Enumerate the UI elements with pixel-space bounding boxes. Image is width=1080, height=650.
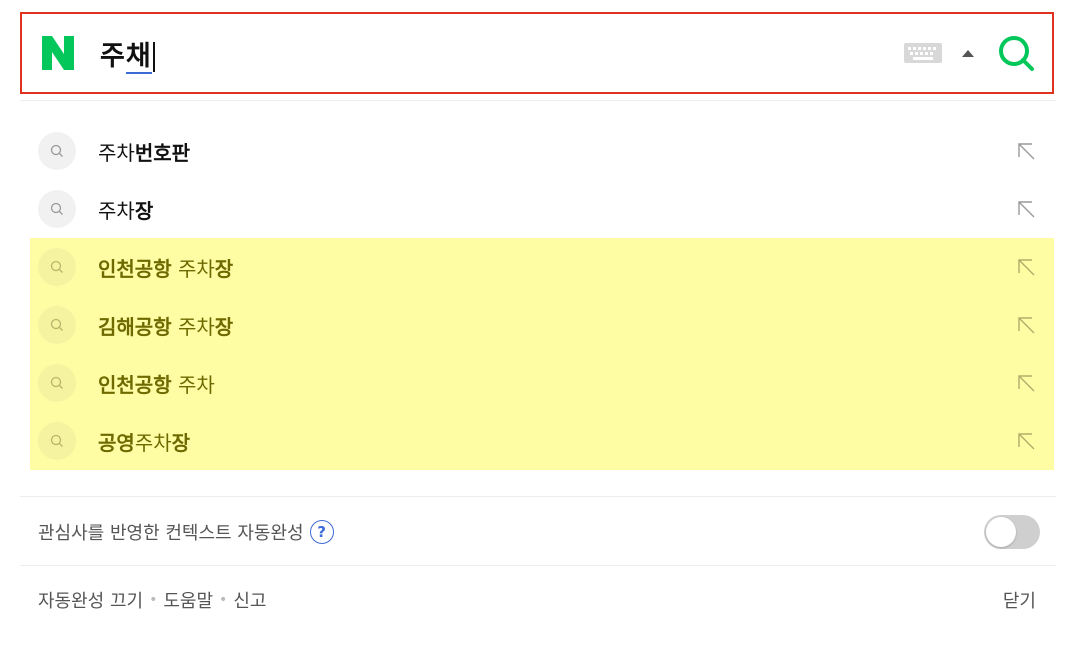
search-icon <box>38 132 76 170</box>
divider <box>20 100 1056 101</box>
query-composing-char: 채 <box>125 40 152 74</box>
autocomplete-off-link[interactable]: 자동완성 끄기 <box>38 587 143 613</box>
help-link[interactable]: 도움말 <box>163 587 213 613</box>
suggestion-text: 주차번호판 <box>98 140 191 165</box>
search-box[interactable]: 주채 <box>20 12 1054 94</box>
suggestion-text: 공영주차장 <box>98 430 191 455</box>
fill-query-arrow-icon[interactable] <box>1016 373 1036 393</box>
suggestion-item[interactable]: 김해공항 주차장 <box>30 296 1054 354</box>
fill-query-arrow-icon[interactable] <box>1016 141 1036 161</box>
fill-query-arrow-icon[interactable] <box>1016 257 1036 277</box>
suggestion-text: 인천공항 주차장 <box>98 256 234 281</box>
search-icon <box>38 306 76 344</box>
suggestion-text: 김해공항 주차장 <box>98 314 234 339</box>
suggestion-item[interactable]: 인천공항 주차장 <box>30 238 1054 296</box>
toggle-knob <box>986 517 1016 547</box>
text-caret <box>152 42 155 72</box>
help-icon[interactable]: ? <box>309 520 334 544</box>
suggestion-text: 주차장 <box>98 198 154 223</box>
divider <box>20 496 1056 497</box>
context-autocomplete-label: 관심사를 반영한 컨텍스트 자동완성 <box>38 523 304 544</box>
query-text: 주 <box>100 40 126 72</box>
search-input[interactable]: 주채 <box>100 34 155 74</box>
keyboard-icon[interactable] <box>904 43 942 63</box>
search-icon <box>38 422 76 460</box>
collapse-arrow-icon[interactable] <box>962 49 974 57</box>
fill-query-arrow-icon[interactable] <box>1016 315 1036 335</box>
context-autocomplete-toggle[interactable] <box>984 515 1040 549</box>
fill-query-arrow-icon[interactable] <box>1016 199 1036 219</box>
footer: 자동완성 끄기 • 도움말 • 신고 닫기 <box>38 578 1038 622</box>
search-icon <box>38 364 76 402</box>
naver-logo[interactable] <box>38 33 78 73</box>
highlighted-suggestions: 인천공항 주차장 김해공항 주차장 인천공항 주차 공영주차장 <box>30 238 1054 470</box>
report-link[interactable]: 신고 <box>233 587 266 613</box>
suggestion-item[interactable]: 주차장 <box>30 180 1054 238</box>
context-autocomplete-row: 관심사를 반영한 컨텍스트 자동완성 ? <box>38 506 1040 558</box>
suggestion-item[interactable]: 주차번호판 <box>30 122 1054 180</box>
separator-dot: • <box>149 592 158 608</box>
search-icon[interactable] <box>996 33 1036 73</box>
search-icon <box>38 248 76 286</box>
separator-dot: • <box>219 592 228 608</box>
suggestion-text: 인천공항 주차 <box>98 372 215 397</box>
suggestion-list: 주차번호판 주차장 인천공항 주차장 김해공항 주차장 인천공항 주차 공영주차… <box>30 122 1054 470</box>
suggestion-item[interactable]: 인천공항 주차 <box>30 354 1054 412</box>
fill-query-arrow-icon[interactable] <box>1016 431 1036 451</box>
suggestion-item[interactable]: 공영주차장 <box>30 412 1054 470</box>
search-icon <box>38 190 76 228</box>
close-button[interactable]: 닫기 <box>1003 587 1036 613</box>
divider <box>20 565 1056 566</box>
